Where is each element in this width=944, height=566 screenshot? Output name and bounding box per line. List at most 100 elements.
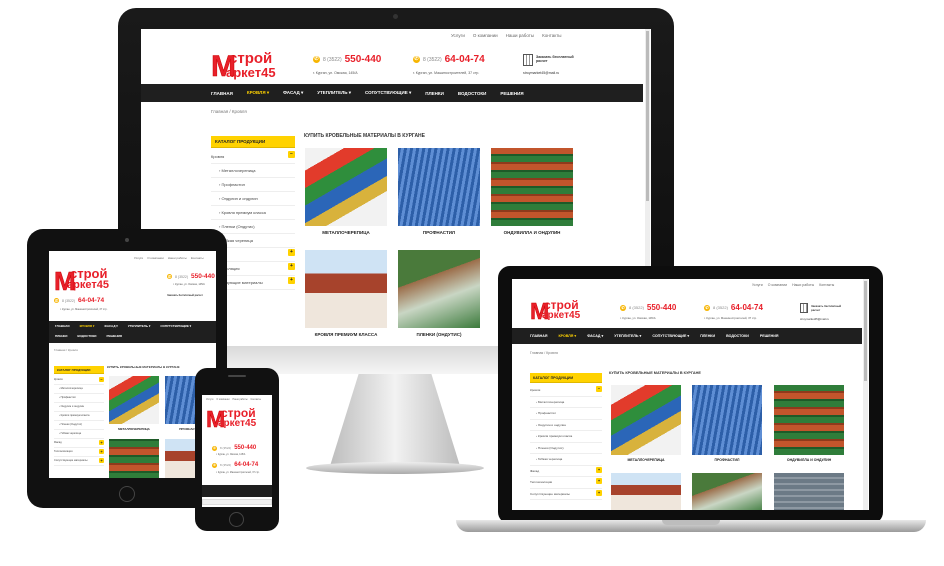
nav-item[interactable]: СОПУТСТВУЮЩИЕ ▾ [365, 90, 411, 96]
callback-link[interactable]: Заказать бесплатный расчет [536, 55, 576, 63]
nav-item[interactable]: РЕШЕНИЯ [760, 334, 779, 338]
nav-item[interactable]: КРОВЛЯ ▾ [247, 90, 269, 96]
menu-link[interactable]: О компании [216, 398, 229, 401]
nav-item[interactable]: РЕШЕНИЯ [106, 334, 122, 338]
email-link[interactable]: stroymarket45@mail.ru [523, 71, 559, 75]
scrollbar-thumb[interactable] [646, 31, 649, 201]
logo[interactable]: строй аркет45 М [530, 299, 580, 323]
phone-link[interactable]: 550-440 [345, 54, 382, 65]
product-tile[interactable]: ПРОФНАСТИЛ [692, 385, 762, 467]
product-tile[interactable]: МЕТАЛЛОЧЕРЕПИЦА [305, 148, 387, 240]
nav-item[interactable]: ВОДОСТОКИ [458, 91, 487, 96]
catalog-item[interactable]: › Пленки (Ондутис) [54, 421, 104, 430]
nav-item[interactable]: ФАСАД ▾ [587, 334, 603, 338]
catalog-item[interactable]: › Пленки (Ондутис) [211, 220, 295, 234]
nav-item[interactable]: УТЕПЛИТЕЛЬ ▾ [614, 334, 641, 338]
catalog-item[interactable]: Кровля − [211, 150, 295, 164]
menu-link[interactable]: Контакты [819, 283, 834, 287]
catalog-item[interactable]: › Кровля премиум класса [530, 431, 602, 443]
nav-item[interactable]: СОПУТСТВУЮЩИЕ ▾ [652, 334, 689, 338]
menu-link[interactable]: Наши работы [168, 256, 187, 260]
phone-link[interactable]: 550-440 [191, 273, 215, 280]
logo[interactable]: строй аркет45 М [206, 407, 256, 431]
catalog-item[interactable]: › Гибкая черепица [530, 454, 602, 466]
phone-link[interactable]: 64-04-74 [78, 297, 104, 304]
product-tile[interactable] [611, 473, 681, 510]
product-tile[interactable] [109, 439, 159, 478]
catalog-item[interactable]: › Кровля премиум класса [211, 206, 295, 220]
catalog-item[interactable]: › Металлочерепица [530, 397, 602, 408]
nav-item[interactable]: ПЛЕНКИ [425, 91, 444, 96]
catalog-item[interactable]: Теплоизоляция+ [54, 448, 104, 457]
phone-home-button[interactable] [229, 512, 244, 527]
scrollbar-thumb[interactable] [864, 281, 867, 381]
nav-item[interactable]: ГЛАВНАЯ [55, 324, 70, 328]
menu-link[interactable]: Контакты [542, 33, 561, 38]
logo[interactable]: строй аркет45 М [54, 267, 109, 294]
menu-link[interactable]: Контакты [191, 256, 204, 260]
product-tile[interactable]: ПРОФНАСТИЛ [398, 148, 480, 240]
menu-link[interactable]: О компании [768, 283, 787, 287]
product-tile[interactable]: КРОВЛЯ ПРЕМИУМ КЛАССА [305, 250, 387, 342]
catalog-item[interactable]: Сопутствующие материалы + [530, 489, 602, 500]
nav-item[interactable]: ФАСАД ▾ [283, 90, 303, 96]
logo[interactable]: строй аркет45 М [211, 51, 276, 82]
menu-link[interactable]: Наши работы [506, 33, 534, 38]
menu-link[interactable]: Контакты [251, 398, 261, 401]
menu-link[interactable]: Наши работы [792, 283, 814, 287]
catalog-item[interactable]: › Профнастил [530, 408, 602, 420]
nav-item[interactable]: РЕШЕНИЯ [500, 91, 523, 96]
nav-item[interactable]: УТЕПЛИТЕЛЬ ▾ [317, 90, 351, 96]
product-tile[interactable]: МЕТАЛЛОЧЕРЕПИЦА [611, 385, 681, 467]
catalog-item[interactable]: › Гибкая черепица [54, 430, 104, 439]
nav-item[interactable]: КРОВЛЯ ▾ [80, 324, 95, 328]
catalog-item[interactable]: › Ондулин и ондулин [211, 192, 295, 206]
nav-item[interactable]: ПЛЕНКИ [55, 334, 67, 338]
nav-item[interactable]: ВОДОСТОКИ [726, 334, 749, 338]
catalog-item[interactable]: › Металлочерепица [211, 164, 295, 178]
callback-link[interactable]: Заказать бесплатный расчет [811, 304, 845, 312]
catalog-item[interactable]: Кровля − [530, 385, 602, 397]
nav-item[interactable]: ГЛАВНАЯ [530, 334, 547, 338]
catalog-item[interactable]: Фасад+ [54, 439, 104, 448]
product-tile[interactable]: ОНДУВИЛЛА И ОНДУЛИН [774, 385, 844, 467]
nav-item[interactable]: ПЛЕНКИ [700, 334, 715, 338]
menu-link[interactable]: О компании [147, 256, 164, 260]
menu-link[interactable]: Услуги [134, 256, 143, 260]
catalog-item[interactable]: › Ондулин и ондулин [530, 420, 602, 431]
catalog-item[interactable]: › Профнастил [211, 178, 295, 192]
callback-link[interactable]: Заказать бесплатный расчет [167, 294, 203, 297]
nav-item[interactable]: ФАСАД ▾ [104, 324, 117, 328]
mobile-menu-bar[interactable] [202, 485, 272, 497]
menu-link[interactable]: Услуги [451, 33, 465, 38]
catalog-item[interactable]: Кровля − [54, 376, 104, 385]
product-tile[interactable]: МЕТАЛЛОЧЕРЕПИЦА [109, 376, 159, 436]
mobile-search-bar[interactable] [202, 499, 272, 505]
catalog-item[interactable]: › Металлочерепица [54, 385, 104, 394]
phone-link[interactable]: 64-04-74 [731, 303, 763, 312]
catalog-item[interactable]: › Пленки (Ондутис) [530, 443, 602, 454]
menu-link[interactable]: О компании [473, 33, 498, 38]
catalog-item[interactable]: › Кровля премиум класса [54, 412, 104, 421]
nav-item[interactable]: КРОВЛЯ ▾ [558, 334, 576, 338]
tablet-home-button[interactable] [119, 486, 135, 502]
nav-item[interactable]: ГЛАВНАЯ [211, 91, 233, 96]
menu-link[interactable]: Услуги [206, 398, 213, 401]
catalog-item[interactable]: Теплоизоляция+ [530, 477, 602, 489]
product-tile[interactable] [774, 473, 844, 510]
product-tile[interactable]: ПЛЕНКИ (ОНДУТИС) [398, 250, 480, 342]
menu-link[interactable]: Наши работы [233, 398, 248, 401]
catalog-item[interactable]: › Ондулин и ондулин [54, 403, 104, 412]
nav-item[interactable]: УТЕПЛИТЕЛЬ ▾ [128, 324, 151, 328]
phone-link[interactable]: 550-440 [234, 445, 256, 451]
phone-link[interactable]: 64-04-74 [234, 462, 258, 468]
phone-link[interactable]: 550-440 [647, 303, 676, 312]
product-tile[interactable]: ОНДУВИЛЛА И ОНДУЛИН [491, 148, 573, 240]
nav-item[interactable]: ВОДОСТОКИ [77, 334, 96, 338]
email-link[interactable]: stroymarket45@mail.ru [800, 317, 829, 321]
catalog-item[interactable]: › Профнастил [54, 394, 104, 403]
menu-link[interactable]: Услуги [752, 283, 763, 287]
catalog-item[interactable]: Фасад+ [530, 466, 602, 477]
phone-link[interactable]: 64-04-74 [445, 54, 485, 65]
product-tile[interactable] [692, 473, 762, 510]
